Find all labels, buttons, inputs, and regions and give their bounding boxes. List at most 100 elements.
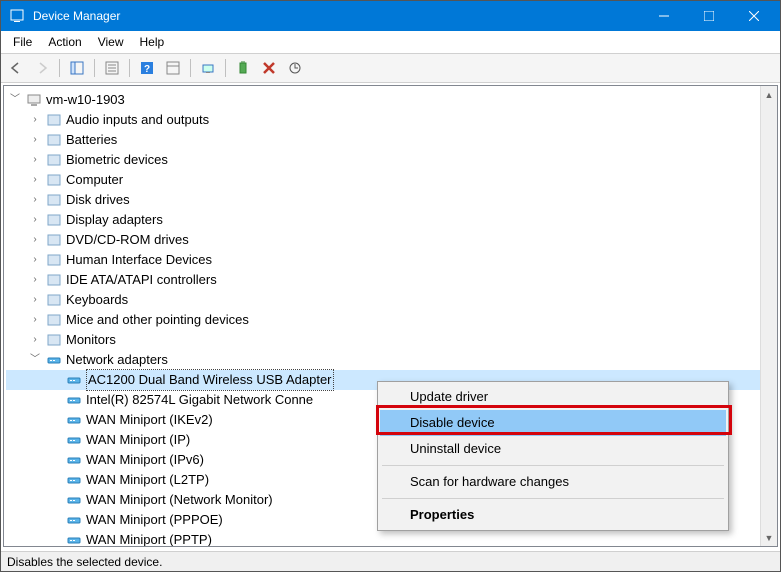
tree-category[interactable]: ›Display adapters <box>6 210 775 230</box>
tree-category[interactable]: › Disk drives <box>6 190 775 210</box>
tree-category[interactable]: › Mice and other pointing devices <box>6 310 775 330</box>
expander-icon[interactable]: › <box>28 170 42 190</box>
context-menu-item[interactable]: Uninstall device <box>380 436 726 462</box>
display-icon <box>46 212 62 228</box>
expander-icon[interactable]: › <box>28 210 42 230</box>
close-button[interactable] <box>731 1 776 31</box>
help-button[interactable]: ? <box>136 57 158 79</box>
svg-text:?: ? <box>144 64 150 75</box>
context-menu: Update driverDisable deviceUninstall dev… <box>377 381 729 531</box>
mouse-icon <box>46 312 62 328</box>
expander-icon[interactable]: › <box>28 190 42 210</box>
show-hide-tree-button[interactable] <box>66 57 88 79</box>
window-controls <box>641 1 776 31</box>
network-adapter-icon <box>66 532 82 547</box>
expander-icon[interactable]: › <box>28 250 42 270</box>
hid-icon <box>46 252 62 268</box>
tree-label: Monitors <box>66 330 116 350</box>
tree-label: WAN Miniport (PPPOE) <box>86 510 223 530</box>
ide-icon <box>46 272 62 288</box>
menu-view[interactable]: View <box>90 33 132 51</box>
tree-device[interactable]: WAN Miniport (PPTP) <box>6 530 775 547</box>
context-menu-item[interactable]: Scan for hardware changes <box>380 469 726 495</box>
titlebar: Device Manager <box>1 1 780 31</box>
menu-help[interactable]: Help <box>132 33 173 51</box>
maximize-button[interactable] <box>686 1 731 31</box>
biometric-icon <box>46 152 62 168</box>
tree-label: WAN Miniport (Network Monitor) <box>86 490 273 510</box>
enable-device-button[interactable] <box>232 57 254 79</box>
tree-category[interactable]: ›DVD/CD-ROM drives <box>6 230 775 250</box>
scan-hardware-button[interactable] <box>197 57 219 79</box>
toolbar-separator <box>129 59 130 77</box>
network-adapter-icon <box>66 452 82 468</box>
expander-icon[interactable]: › <box>28 330 42 350</box>
tree-label: Disk drives <box>66 190 130 210</box>
statusbar: Disables the selected device. <box>1 551 780 571</box>
update-driver-button[interactable] <box>284 57 306 79</box>
expander-icon[interactable]: › <box>28 310 42 330</box>
tree-label: Human Interface Devices <box>66 250 212 270</box>
tree-label: Keyboards <box>66 290 128 310</box>
network-adapter-icon <box>66 432 82 448</box>
expander-icon[interactable]: › <box>28 270 42 290</box>
menu-file[interactable]: File <box>5 33 40 51</box>
expander-icon[interactable]: › <box>28 150 42 170</box>
forward-button[interactable] <box>31 57 53 79</box>
app-icon <box>9 8 25 24</box>
context-menu-item[interactable]: Update driver <box>380 384 726 410</box>
toolbar-separator <box>190 59 191 77</box>
properties-button[interactable] <box>101 57 123 79</box>
computer-icon <box>26 92 42 108</box>
tree-category[interactable]: › Biometric devices <box>6 150 775 170</box>
tree-label: AC1200 Dual Band Wireless USB Adapter <box>86 369 334 391</box>
uninstall-device-button[interactable] <box>258 57 280 79</box>
battery-icon <box>46 132 62 148</box>
tree-label: WAN Miniport (IPv6) <box>86 450 204 470</box>
expander-icon[interactable]: › <box>28 230 42 250</box>
tree-label: Mice and other pointing devices <box>66 310 249 330</box>
tree-label: WAN Miniport (PPTP) <box>86 530 212 547</box>
optical-icon <box>46 232 62 248</box>
monitor-icon <box>46 332 62 348</box>
tree-label: Biometric devices <box>66 150 168 170</box>
network-adapter-icon <box>66 392 82 408</box>
tree-category[interactable]: ›Audio inputs and outputs <box>6 110 775 130</box>
tree-category[interactable]: ›Computer <box>6 170 775 190</box>
network-adapter-icon <box>66 372 82 388</box>
status-text: Disables the selected device. <box>7 555 162 569</box>
network-adapter-icon <box>66 472 82 488</box>
tree-category[interactable]: › Keyboards <box>6 290 775 310</box>
tree-category[interactable]: › Monitors <box>6 330 775 350</box>
tree-root[interactable]: ﹀vm-w10-1903 <box>6 90 775 110</box>
action-button[interactable] <box>162 57 184 79</box>
audio-icon <box>46 112 62 128</box>
context-menu-separator <box>382 498 724 499</box>
tree-category[interactable]: › Batteries <box>6 130 775 150</box>
tree-label: IDE ATA/ATAPI controllers <box>66 270 217 290</box>
expander-icon[interactable]: › <box>28 110 42 130</box>
expander-icon[interactable]: › <box>28 130 42 150</box>
vertical-scrollbar[interactable]: ▲ ▼ <box>760 86 777 546</box>
tree-label: Batteries <box>66 130 117 150</box>
tree-label: Network adapters <box>66 350 168 370</box>
context-menu-separator <box>382 465 724 466</box>
toolbar-separator <box>59 59 60 77</box>
context-menu-item[interactable]: Properties <box>380 502 726 528</box>
expander-icon[interactable]: › <box>28 290 42 310</box>
tree-category[interactable]: ﹀ Network adapters <box>6 350 775 370</box>
expander-icon[interactable]: ﹀ <box>8 90 22 110</box>
tree-label: WAN Miniport (IKEv2) <box>86 410 213 430</box>
network-adapter-icon <box>66 412 82 428</box>
context-menu-item[interactable]: Disable device <box>380 410 726 436</box>
back-button[interactable] <box>5 57 27 79</box>
menu-action[interactable]: Action <box>40 33 89 51</box>
tree-category[interactable]: › IDE ATA/ATAPI controllers <box>6 270 775 290</box>
scroll-down-button[interactable]: ▼ <box>761 529 777 546</box>
network-adapter-icon <box>66 492 82 508</box>
scroll-up-button[interactable]: ▲ <box>761 86 777 103</box>
minimize-button[interactable] <box>641 1 686 31</box>
tree-category[interactable]: › Human Interface Devices <box>6 250 775 270</box>
network-icon <box>46 352 62 368</box>
expander-icon[interactable]: ﹀ <box>28 350 42 370</box>
